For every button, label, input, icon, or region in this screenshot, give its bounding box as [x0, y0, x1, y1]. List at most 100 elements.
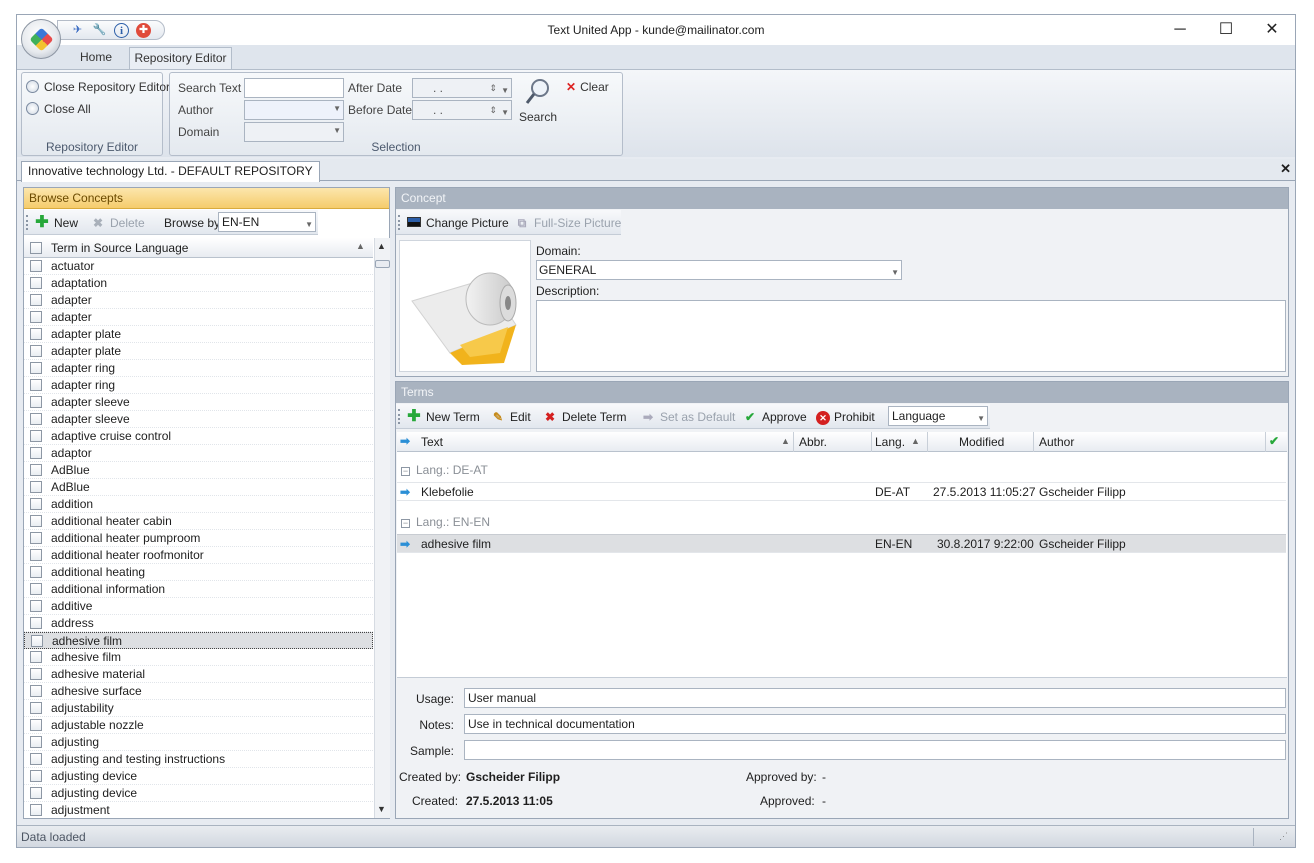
group-row-de-at[interactable]: − Lang.: DE-AT	[397, 460, 1286, 480]
term-column-header[interactable]: Term in Source Language ▲	[24, 238, 373, 258]
browse-by-select[interactable]: EN-EN ▼	[218, 212, 316, 232]
concept-checkbox[interactable]	[30, 583, 42, 595]
concept-list-item[interactable]: adapter	[24, 292, 373, 309]
col-lang[interactable]: Lang.	[875, 435, 905, 449]
new-concept-button[interactable]: ✚ New	[34, 214, 78, 232]
scroll-down-icon[interactable]: ▼	[377, 804, 386, 814]
prohibit-button[interactable]: ✕ Prohibit	[816, 408, 875, 426]
concept-list-item[interactable]: adjusting and testing instructions	[24, 751, 373, 768]
concept-checkbox[interactable]	[30, 260, 42, 272]
tab-home[interactable]: Home	[67, 47, 125, 69]
language-filter-select[interactable]: Language ▼	[888, 406, 988, 426]
search-button[interactable]: Search	[518, 77, 558, 133]
domain-select[interactable]: ▼	[244, 122, 344, 142]
spin-icon[interactable]: ⇕	[489, 79, 497, 97]
concept-list-item[interactable]: adaptive cruise control	[24, 428, 373, 445]
toolbar-grip[interactable]	[398, 409, 401, 424]
concept-list-item[interactable]: adhesive material	[24, 666, 373, 683]
concept-list-item[interactable]: adapter ring	[24, 360, 373, 377]
concept-list-item[interactable]: adapter ring	[24, 377, 373, 394]
concept-checkbox[interactable]	[30, 753, 42, 765]
concept-list-item[interactable]: adapter plate	[24, 326, 373, 343]
concept-checkbox[interactable]	[30, 549, 42, 561]
notes-input[interactable]: Use in technical documentation	[464, 714, 1286, 734]
edit-term-button[interactable]: ✎ Edit	[490, 408, 531, 426]
full-size-picture-button[interactable]: ⧉ Full-Size Picture	[514, 214, 622, 232]
chevron-down-icon[interactable]: ▼	[501, 104, 509, 122]
concept-checkbox[interactable]	[30, 362, 42, 374]
sample-input[interactable]	[464, 740, 1286, 760]
term-row-selected[interactable]: ➡ adhesive film EN-EN 30.8.2017 9:22:00 …	[397, 534, 1286, 553]
concept-list-item[interactable]: additional heating	[24, 564, 373, 581]
concept-list-scrollbar[interactable]: ▲ ▼	[374, 238, 390, 818]
concept-checkbox[interactable]	[30, 430, 42, 442]
concept-list-item[interactable]: AdBlue	[24, 462, 373, 479]
collapse-icon[interactable]: −	[401, 467, 410, 476]
help-lifebuoy-icon[interactable]: ✚	[136, 23, 151, 38]
concept-list-item[interactable]: additional heater pumproom	[24, 530, 373, 547]
chevron-down-icon[interactable]: ▼	[501, 82, 509, 100]
concept-list-item[interactable]: address	[24, 615, 373, 632]
concept-checkbox[interactable]	[30, 702, 42, 714]
term-row[interactable]: ➡ Klebefolie DE-AT 27.5.2013 11:05:27 Gs…	[397, 482, 1286, 501]
toolbar-grip[interactable]	[26, 215, 29, 230]
concept-checkbox[interactable]	[30, 277, 42, 289]
concept-checkbox[interactable]	[30, 396, 42, 408]
document-tab[interactable]: Innovative technology Ltd. - DEFAULT REP…	[21, 161, 320, 182]
concept-checkbox[interactable]	[30, 379, 42, 391]
concept-list-item[interactable]: adjusting device	[24, 768, 373, 785]
col-text[interactable]: Text	[421, 435, 443, 449]
concept-checkbox[interactable]	[30, 532, 42, 544]
concept-list-item[interactable]: adhesive film	[24, 632, 373, 649]
concept-checkbox[interactable]	[30, 345, 42, 357]
concept-list-item[interactable]: adaptation	[24, 275, 373, 292]
concept-checkbox[interactable]	[30, 515, 42, 527]
concept-list-item[interactable]: adjusting device	[24, 785, 373, 802]
concept-list-item[interactable]: addition	[24, 496, 373, 513]
concept-checkbox[interactable]	[30, 617, 42, 629]
group-row-en-en[interactable]: − Lang.: EN-EN	[397, 512, 1286, 532]
after-date-input[interactable]: . . ⇕ ▼	[412, 78, 512, 98]
concept-checkbox[interactable]	[30, 787, 42, 799]
resize-grip-icon[interactable]: ⋰	[1279, 831, 1288, 842]
search-text-input[interactable]	[244, 78, 344, 98]
concept-list-item[interactable]: adhesive surface	[24, 683, 373, 700]
minimize-button[interactable]: ─	[1157, 15, 1203, 45]
app-menu-orb[interactable]	[21, 19, 61, 59]
concept-list-item[interactable]: adapter	[24, 309, 373, 326]
collapse-icon[interactable]: −	[401, 519, 410, 528]
concept-checkbox[interactable]	[30, 311, 42, 323]
change-picture-button[interactable]: Change Picture	[406, 214, 509, 232]
concept-list-item[interactable]: additive	[24, 598, 373, 615]
concept-checkbox[interactable]	[30, 498, 42, 510]
delete-concept-button[interactable]: ✖ Delete	[90, 214, 145, 232]
concept-checkbox[interactable]	[30, 770, 42, 782]
col-author[interactable]: Author	[1039, 435, 1074, 449]
concept-list-item[interactable]: adapter sleeve	[24, 394, 373, 411]
concept-list-item[interactable]: actuator	[24, 258, 373, 275]
scroll-up-icon[interactable]: ▲	[377, 241, 386, 251]
concept-checkbox[interactable]	[30, 719, 42, 731]
concept-list-item[interactable]: adjusting	[24, 734, 373, 751]
concept-list-item[interactable]: adjustability	[24, 700, 373, 717]
close-all-button[interactable]: Close All	[26, 99, 91, 119]
tab-repository-editor[interactable]: Repository Editor	[129, 47, 232, 69]
col-abbr[interactable]: Abbr.	[799, 435, 827, 449]
concept-list-item[interactable]: adjustment	[24, 802, 373, 818]
wrench-icon[interactable]: 🔧	[92, 23, 107, 38]
concept-list-item[interactable]: adaptor	[24, 445, 373, 462]
concept-checkbox[interactable]	[30, 328, 42, 340]
info-icon[interactable]: i	[114, 23, 129, 38]
concept-checkbox[interactable]	[30, 413, 42, 425]
concept-list-item[interactable]: adhesive film	[24, 649, 373, 666]
close-button[interactable]: ✕	[1249, 15, 1295, 45]
clear-button[interactable]: ✕ Clear	[566, 77, 609, 97]
concept-list-item[interactable]: additional information	[24, 581, 373, 598]
concept-list-item[interactable]: adapter plate	[24, 343, 373, 360]
before-date-input[interactable]: . . ⇕ ▼	[412, 100, 512, 120]
concept-checkbox[interactable]	[30, 736, 42, 748]
spin-icon[interactable]: ⇕	[489, 101, 497, 119]
set-as-default-button[interactable]: ➡ Set as Default	[640, 408, 735, 426]
concept-list-item[interactable]: adjustable nozzle	[24, 717, 373, 734]
delete-term-button[interactable]: ✖ Delete Term	[542, 408, 627, 426]
